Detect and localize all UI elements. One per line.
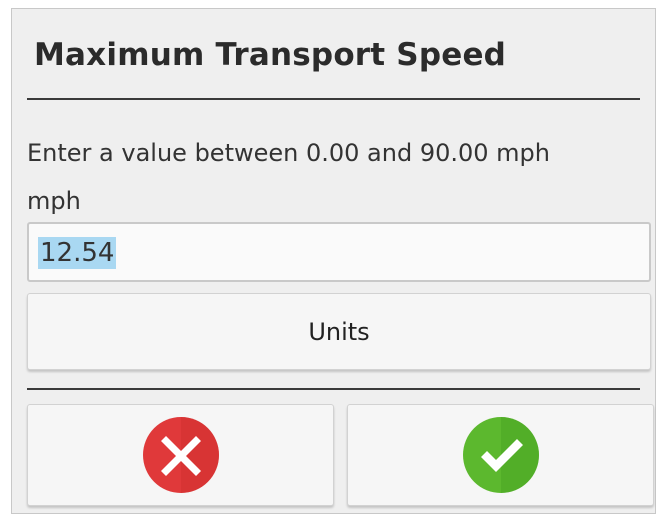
title-divider [27, 98, 640, 100]
dialog-title: Maximum Transport Speed [34, 37, 507, 73]
units-button-label: Units [308, 318, 370, 346]
speed-value-text: 12.54 [38, 237, 117, 269]
range-prompt: Enter a value between 0.00 and 90.00 mph [27, 139, 550, 167]
speed-dialog: Maximum Transport Speed Enter a value be… [11, 8, 656, 514]
confirm-button[interactable] [347, 404, 654, 506]
cancel-button[interactable] [27, 404, 334, 506]
buttons-divider [27, 388, 640, 390]
confirm-check-icon [461, 415, 541, 495]
units-button[interactable]: Units [27, 293, 651, 370]
speed-value-input[interactable]: 12.54 [27, 222, 651, 282]
unit-label: mph [27, 187, 81, 215]
cancel-x-icon [141, 415, 221, 495]
